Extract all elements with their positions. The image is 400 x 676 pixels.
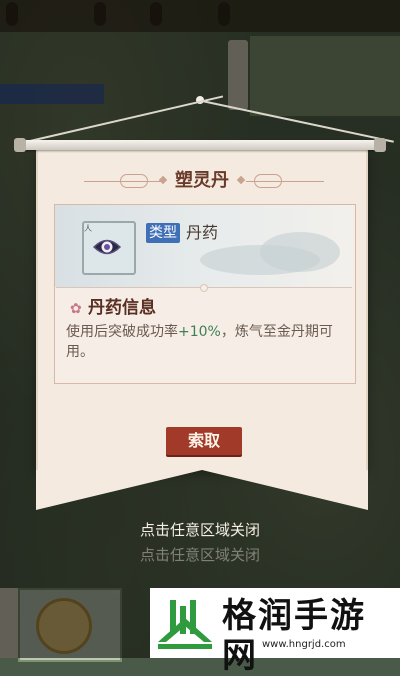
scroll-rod bbox=[16, 140, 384, 150]
item-grade-mark: 人 bbox=[84, 224, 92, 233]
rod-end bbox=[14, 138, 26, 152]
modal-header: 塑灵丹 bbox=[36, 168, 368, 194]
watermark-title: 格润手游网 bbox=[222, 596, 366, 676]
rod-end bbox=[374, 138, 386, 152]
eye-pill-icon bbox=[92, 239, 122, 255]
watermark-url: www.hngrjd.com bbox=[262, 639, 346, 650]
modal-title: 塑灵丹 bbox=[175, 170, 229, 191]
mountain-decor bbox=[260, 232, 340, 272]
desc-highlight: +10% bbox=[178, 324, 221, 340]
item-type-value: 丹药 bbox=[186, 223, 219, 242]
desc-text: 使用后突破成功率 bbox=[66, 324, 178, 340]
watermark-logo-icon bbox=[154, 596, 216, 652]
type-badge: 类型 bbox=[146, 223, 180, 243]
item-description: 使用后突破成功率+10%，炼气至金丹期可用。 bbox=[66, 322, 344, 362]
close-hint-shadow: 点击任意区域关闭 bbox=[139, 546, 260, 564]
info-heading: 丹药信息 bbox=[88, 298, 156, 318]
close-hint: 点击任意区域关闭 bbox=[139, 521, 260, 539]
claim-button[interactable]: 索取 bbox=[166, 427, 242, 455]
flower-icon: ✿ bbox=[70, 301, 82, 317]
divider-ornament bbox=[200, 284, 208, 292]
